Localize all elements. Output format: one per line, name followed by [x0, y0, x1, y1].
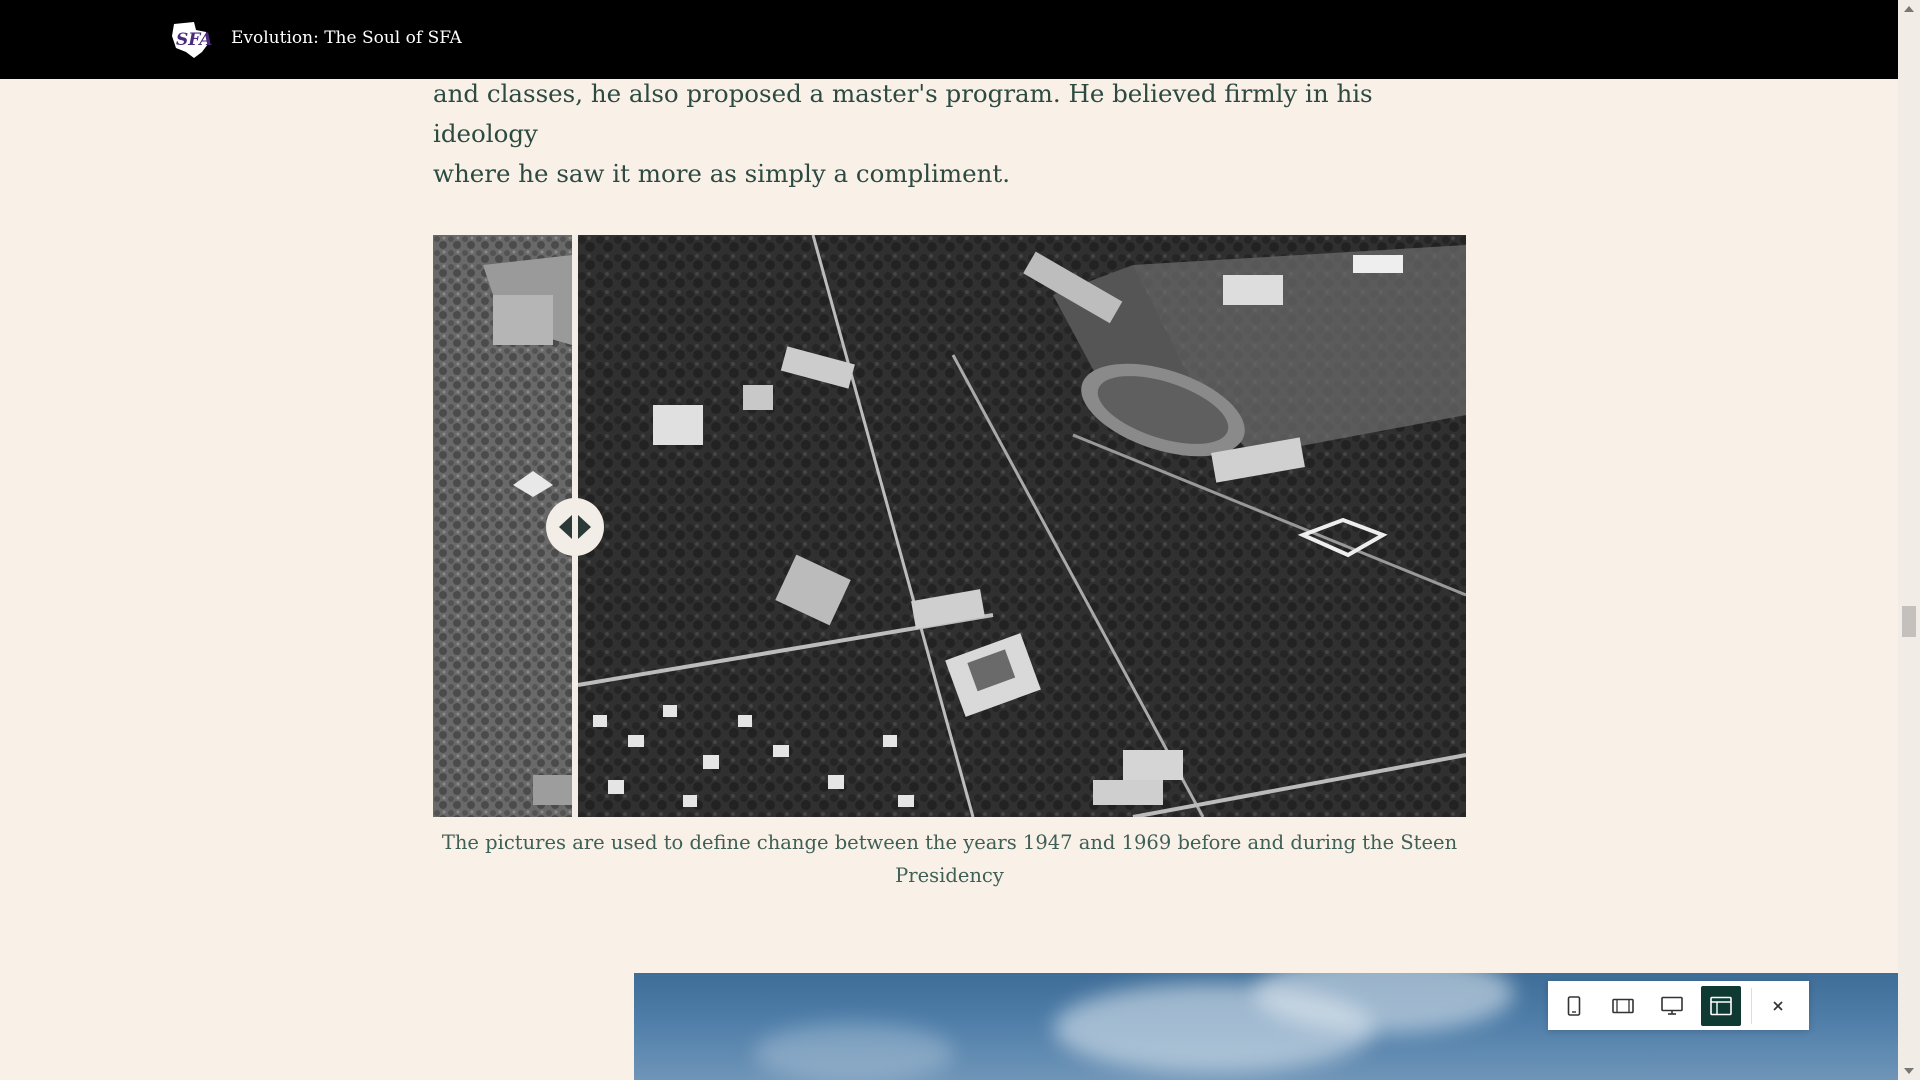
paragraph-line-2: where he saw it more as simply a complim…	[433, 159, 1011, 188]
image-caption: The pictures are used to define change b…	[441, 831, 1458, 887]
layout-view-button[interactable]	[1701, 985, 1741, 1026]
preview-device-toolbar	[1548, 981, 1809, 1030]
site-header: SFA Evolution: The Soul of SFA	[0, 0, 1898, 79]
sfa-logo[interactable]: SFA	[168, 18, 213, 60]
article-paragraph: and classes, he also proposed a master's…	[433, 74, 1473, 194]
logo-text: SFA	[176, 30, 212, 50]
arrow-right-icon	[578, 515, 591, 539]
close-preview-button[interactable]	[1758, 986, 1798, 1026]
tablet-icon	[1612, 998, 1634, 1013]
desktop-view-button[interactable]	[1652, 986, 1692, 1026]
image-compare-slider[interactable]	[433, 235, 1466, 817]
close-icon	[1773, 1000, 1783, 1011]
desktop-icon	[1661, 996, 1683, 1015]
scrollbar-thumb[interactable]	[1902, 606, 1916, 637]
arrow-left-icon	[559, 515, 572, 539]
scroll-up-arrow-icon[interactable]	[1904, 6, 1914, 12]
mobile-view-button[interactable]	[1554, 986, 1594, 1026]
site-title[interactable]: Evolution: The Soul of SFA	[231, 0, 462, 79]
tablet-view-button[interactable]	[1603, 986, 1643, 1026]
toolbar-separator	[1751, 987, 1752, 1024]
scroll-down-arrow-icon[interactable]	[1904, 1068, 1914, 1074]
page-scrollbar[interactable]	[1898, 0, 1920, 1080]
compare-handle[interactable]	[546, 498, 604, 556]
mobile-icon	[1567, 995, 1581, 1016]
paragraph-line-1: and classes, he also proposed a master's…	[433, 79, 1373, 148]
layout-icon	[1710, 996, 1732, 1015]
